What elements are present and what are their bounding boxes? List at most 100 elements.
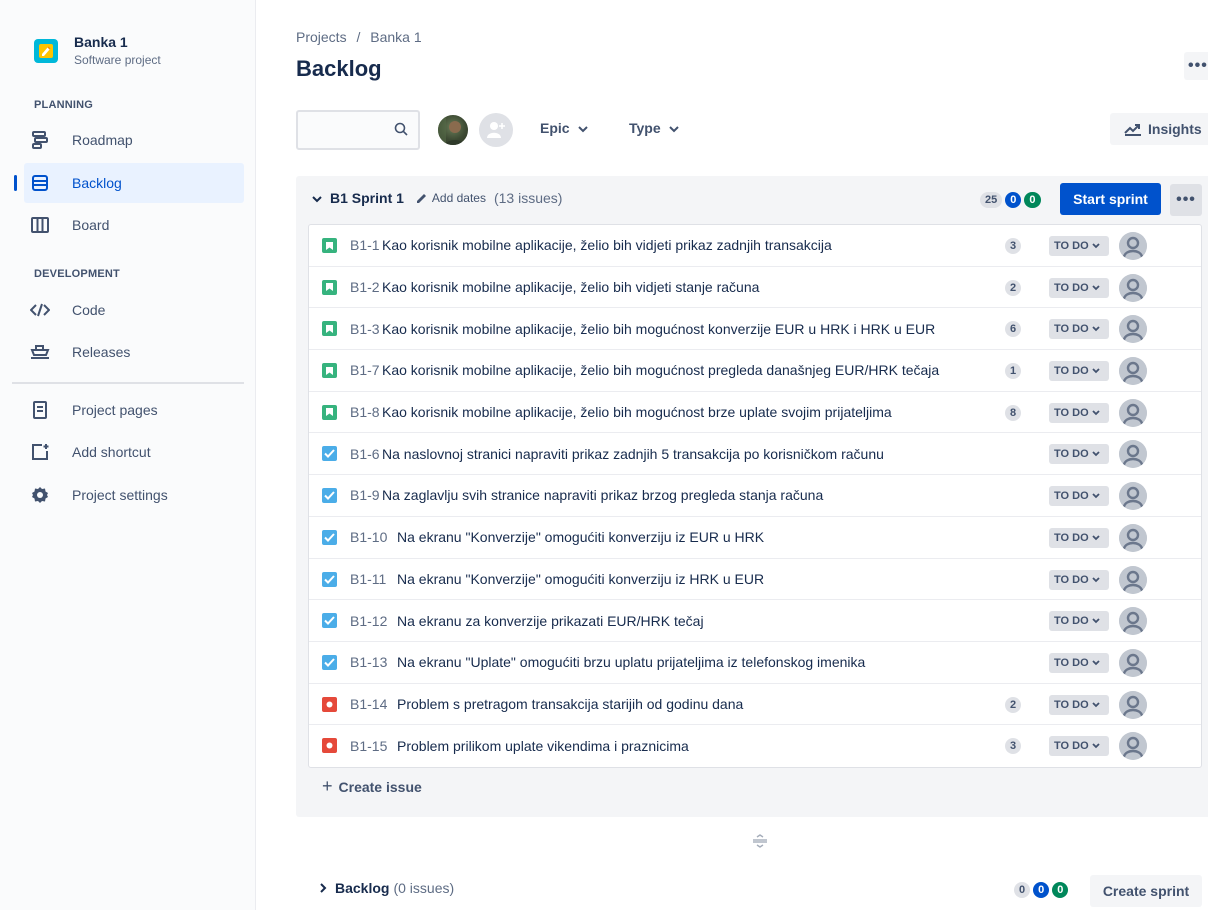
- issue-summary[interactable]: Kao korisnik mobilne aplikacije, želio b…: [382, 362, 939, 378]
- issue-summary[interactable]: Problem prilikom uplate vikendima i praz…: [397, 738, 689, 754]
- issue-summary[interactable]: Na zaglavlju svih stranice napraviti pri…: [382, 487, 823, 503]
- backlog-header[interactable]: Backlog (0 issues): [320, 880, 454, 896]
- add-dates-button[interactable]: Add dates: [416, 191, 486, 205]
- story-points-badge[interactable]: 1: [1005, 363, 1022, 380]
- issue-row[interactable]: B1-15 Problem prilikom uplate vikendima i…: [309, 725, 1201, 767]
- status-dropdown[interactable]: TO DO: [1049, 444, 1109, 465]
- search-input[interactable]: [296, 110, 420, 150]
- assignee-avatar-icon[interactable]: [1119, 523, 1147, 552]
- status-dropdown[interactable]: TO DO: [1049, 569, 1109, 590]
- status-dropdown[interactable]: TO DO: [1049, 694, 1109, 715]
- issue-summary[interactable]: Na ekranu za konverzije prikazati EUR/HR…: [397, 613, 704, 629]
- assignee-avatar-icon[interactable]: [1119, 565, 1147, 594]
- issue-row[interactable]: B1-7 Kao korisnik mobilne aplikacije, žel…: [309, 350, 1201, 392]
- sprint-more-button[interactable]: •••: [1170, 184, 1202, 216]
- epic-filter-dropdown[interactable]: Epic: [540, 120, 588, 136]
- status-dropdown[interactable]: TO DO: [1049, 611, 1109, 632]
- sprint-header[interactable]: B1 Sprint 1 Add dates (13 issues): [312, 190, 562, 206]
- status-dropdown[interactable]: TO DO: [1049, 652, 1109, 673]
- issue-row[interactable]: B1-11 Na ekranu "Konverzije" omogućiti ko…: [309, 559, 1201, 601]
- issue-summary[interactable]: Kao korisnik mobilne aplikacije, želio b…: [382, 321, 935, 337]
- issue-key[interactable]: B1-3: [350, 321, 380, 337]
- sidebar-item-add-shortcut[interactable]: Add shortcut: [24, 432, 244, 472]
- issue-summary[interactable]: Na ekranu "Uplate" omogućiti brzu uplatu…: [397, 654, 865, 670]
- issue-key[interactable]: B1-6: [350, 446, 380, 462]
- user-avatar-filter[interactable]: [436, 113, 470, 147]
- issue-summary[interactable]: Na ekranu "Konverzije" omogućiti konverz…: [397, 571, 764, 587]
- breadcrumb-project-link[interactable]: Banka 1: [370, 29, 421, 45]
- issue-row[interactable]: B1-2 Kao korisnik mobilne aplikacije, žel…: [309, 267, 1201, 309]
- issue-row[interactable]: B1-9 Na zaglavlju svih stranice napraviti…: [309, 475, 1201, 517]
- issue-summary[interactable]: Kao korisnik mobilne aplikacije, želio b…: [382, 279, 759, 295]
- status-dropdown[interactable]: TO DO: [1049, 277, 1109, 298]
- status-dropdown[interactable]: TO DO: [1049, 236, 1109, 256]
- sidebar-item-project-settings[interactable]: Project settings: [24, 475, 244, 515]
- sidebar-item-code[interactable]: Code: [24, 290, 244, 330]
- assignee-avatar-icon[interactable]: [1119, 607, 1147, 636]
- issue-summary[interactable]: Kao korisnik mobilne aplikacije, želio b…: [382, 404, 892, 420]
- issue-row[interactable]: B1-12 Na ekranu za konverzije prikazati E…: [309, 600, 1201, 642]
- create-issue-button[interactable]: + Create issue: [322, 776, 422, 797]
- issue-summary[interactable]: Na ekranu "Konverzije" omogućiti konverz…: [397, 529, 764, 545]
- issue-row[interactable]: B1-14 Problem s pretragom transakcija sta…: [309, 684, 1201, 726]
- issue-key[interactable]: B1-8: [350, 404, 380, 420]
- insights-button[interactable]: Insights: [1110, 113, 1208, 145]
- issue-key[interactable]: B1-12: [350, 613, 387, 629]
- story-points-badge[interactable]: 3: [1005, 238, 1022, 254]
- issue-summary[interactable]: Kao korisnik mobilne aplikacije, želio b…: [382, 237, 832, 253]
- status-dropdown[interactable]: TO DO: [1049, 527, 1109, 548]
- status-dropdown[interactable]: TO DO: [1049, 319, 1109, 340]
- issue-row[interactable]: B1-13 Na ekranu "Uplate" omogućiti brzu u…: [309, 642, 1201, 684]
- start-sprint-button[interactable]: Start sprint: [1060, 183, 1161, 215]
- issue-key[interactable]: B1-9: [350, 487, 380, 503]
- sidebar-item-releases[interactable]: Releases: [24, 332, 244, 372]
- issue-key[interactable]: B1-2: [350, 279, 380, 295]
- issue-row[interactable]: B1-1 Kao korisnik mobilne aplikacije, žel…: [309, 225, 1201, 267]
- story-points-badge[interactable]: 2: [1005, 279, 1022, 296]
- issue-row[interactable]: B1-3 Kao korisnik mobilne aplikacije, žel…: [309, 308, 1201, 351]
- assignee-avatar-icon[interactable]: [1119, 690, 1147, 719]
- issue-key[interactable]: B1-11: [350, 571, 386, 587]
- story-points-badge[interactable]: 8: [1005, 404, 1022, 421]
- status-dropdown[interactable]: TO DO: [1049, 486, 1109, 507]
- assignee-avatar-icon[interactable]: [1119, 440, 1147, 469]
- issue-row[interactable]: B1-10 Na ekranu "Konverzije" omogućiti ko…: [309, 517, 1201, 559]
- issue-key[interactable]: B1-10: [350, 529, 387, 545]
- page-more-button[interactable]: •••: [1184, 52, 1208, 80]
- assignee-avatar-icon[interactable]: [1119, 273, 1147, 302]
- assignee-avatar-icon[interactable]: [1119, 398, 1147, 427]
- assignee-avatar-icon[interactable]: [1119, 648, 1147, 677]
- assignee-avatar-icon[interactable]: [1119, 732, 1147, 761]
- project-header[interactable]: Banka 1 Software project: [34, 34, 161, 67]
- chevron-down-icon[interactable]: [312, 190, 322, 206]
- issue-key[interactable]: B1-1: [350, 237, 380, 253]
- issue-summary[interactable]: Problem s pretragom transakcija starijih…: [397, 696, 743, 712]
- drag-handle-icon[interactable]: [752, 834, 768, 851]
- assignee-avatar-icon[interactable]: [1119, 232, 1147, 260]
- issue-key[interactable]: B1-15: [350, 738, 387, 754]
- story-points-badge[interactable]: 2: [1005, 696, 1022, 713]
- issue-row[interactable]: B1-8 Kao korisnik mobilne aplikacije, žel…: [309, 392, 1201, 434]
- breadcrumb-projects-link[interactable]: Projects: [296, 29, 347, 45]
- status-dropdown[interactable]: TO DO: [1049, 361, 1109, 382]
- issue-row[interactable]: B1-6 Na naslovnoj stranici napraviti prik…: [309, 433, 1201, 476]
- create-sprint-button[interactable]: Create sprint: [1090, 875, 1202, 907]
- sidebar-item-backlog[interactable]: Backlog: [24, 163, 244, 203]
- issue-key[interactable]: B1-14: [350, 696, 387, 712]
- story-points-badge[interactable]: 3: [1005, 738, 1022, 755]
- chevron-right-icon[interactable]: [320, 880, 327, 896]
- sidebar-item-project-pages[interactable]: Project pages: [24, 390, 244, 430]
- story-points-badge[interactable]: 6: [1005, 321, 1022, 338]
- assignee-avatar-icon[interactable]: [1119, 482, 1147, 511]
- assignee-avatar-icon[interactable]: [1119, 357, 1147, 386]
- issue-key[interactable]: B1-13: [350, 654, 387, 670]
- status-dropdown[interactable]: TO DO: [1049, 736, 1109, 757]
- sidebar-item-roadmap[interactable]: Roadmap: [24, 120, 244, 160]
- issue-summary[interactable]: Na naslovnoj stranici napraviti prikaz z…: [382, 446, 884, 462]
- issue-key[interactable]: B1-7: [350, 362, 380, 378]
- sidebar-item-board[interactable]: Board: [24, 205, 244, 245]
- type-filter-dropdown[interactable]: Type: [629, 120, 679, 136]
- add-people-button[interactable]: [479, 113, 513, 147]
- status-dropdown[interactable]: TO DO: [1049, 402, 1109, 423]
- assignee-avatar-icon[interactable]: [1119, 315, 1147, 344]
